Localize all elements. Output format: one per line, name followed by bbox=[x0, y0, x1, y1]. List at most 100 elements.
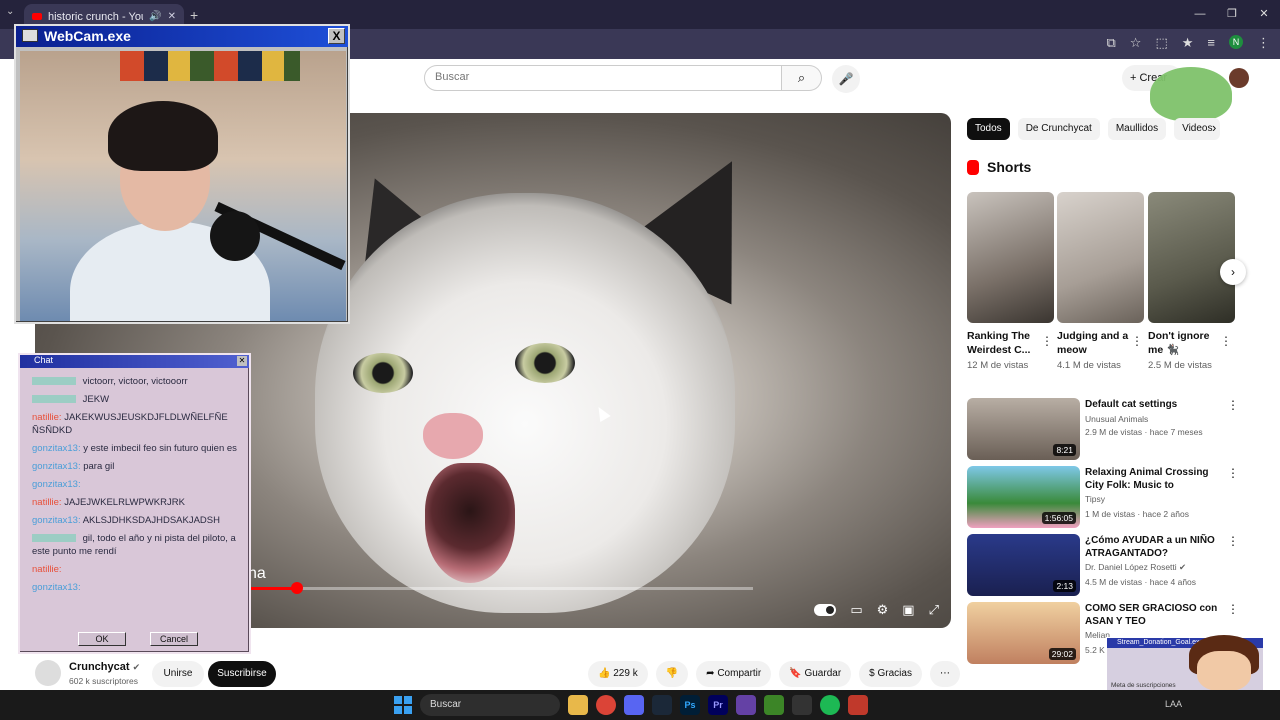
video-thumbnail[interactable]: 29:02 bbox=[967, 602, 1080, 664]
premiere-icon[interactable]: Pr bbox=[708, 695, 728, 715]
thanks-button[interactable]: $ Gracias bbox=[859, 661, 922, 687]
chevron-right-icon[interactable]: › bbox=[1212, 120, 1216, 135]
short-title[interactable]: Ranking The Weirdest C... bbox=[967, 329, 1043, 357]
video-thumbnail[interactable]: 2:13 bbox=[967, 534, 1080, 596]
short-thumbnail[interactable] bbox=[967, 192, 1054, 323]
recommended-video[interactable]: 8:21 Default cat settings Unusual Animal… bbox=[967, 398, 1247, 460]
photoshop-icon[interactable]: Ps bbox=[680, 695, 700, 715]
theater-mode-icon[interactable]: ▣ bbox=[902, 602, 914, 618]
recommended-video[interactable]: 2:13 ¿Cómo AYUDAR a un NIÑO ATRAGANTADO?… bbox=[967, 534, 1247, 596]
share-button[interactable]: ➦ Compartir bbox=[696, 661, 772, 687]
search-button[interactable]: ⌕ bbox=[782, 65, 822, 91]
video-more-icon[interactable]: ⋮ bbox=[1227, 398, 1239, 412]
short-thumbnail[interactable] bbox=[1148, 192, 1235, 323]
fullscreen-icon[interactable]: ⤢ bbox=[929, 602, 939, 618]
close-icon[interactable]: X bbox=[328, 28, 345, 44]
windows-start-icon[interactable] bbox=[394, 696, 412, 714]
video-duration: 2:13 bbox=[1053, 580, 1076, 592]
account-avatar[interactable] bbox=[1229, 68, 1249, 88]
install-icon[interactable]: ⧉ bbox=[1107, 35, 1116, 51]
close-icon[interactable]: ✕ bbox=[237, 356, 247, 366]
discord-icon[interactable] bbox=[624, 695, 644, 715]
video-thumbnail[interactable]: 1:56:05 bbox=[967, 466, 1080, 528]
close-tab-icon[interactable]: ✕ bbox=[168, 11, 176, 22]
join-button[interactable]: Unirse bbox=[152, 661, 204, 687]
speaker-icon[interactable]: 🔊 bbox=[149, 11, 161, 22]
subscriber-count: 602 k suscriptores bbox=[69, 676, 138, 686]
chip-all[interactable]: Todos bbox=[967, 118, 1010, 140]
bookmark-star-icon[interactable]: ☆ bbox=[1130, 35, 1142, 51]
spotify-icon[interactable] bbox=[820, 695, 840, 715]
like-button[interactable]: 👍 229 k bbox=[588, 661, 648, 687]
cat-head bbox=[315, 193, 735, 613]
restore-icon[interactable]: ❐ bbox=[1216, 0, 1248, 29]
video-title[interactable]: Relaxing Animal Crossing City Folk: Musi… bbox=[1085, 466, 1225, 492]
chrome-icon[interactable] bbox=[596, 695, 616, 715]
minecraft-icon[interactable] bbox=[764, 695, 784, 715]
chip-from-channel[interactable]: De Crunchycat bbox=[1017, 118, 1100, 140]
obs-icon[interactable] bbox=[736, 695, 756, 715]
video-more-icon[interactable]: ⋮ bbox=[1227, 534, 1239, 548]
menu-icon[interactable]: ⋮ bbox=[1257, 35, 1270, 51]
subscribe-button[interactable]: Suscribirse bbox=[208, 661, 276, 687]
progress-scrubber[interactable] bbox=[291, 582, 303, 594]
short-title[interactable]: Don't ignore me 🐈‍⬛ bbox=[1148, 329, 1224, 357]
extensions-icon[interactable]: ⬚ bbox=[1155, 35, 1167, 51]
video-channel[interactable]: Dr. Daniel López Rosetti ✔ bbox=[1085, 562, 1186, 573]
bookmarks-icon[interactable]: ★ bbox=[1182, 35, 1194, 51]
dislike-button[interactable]: 👎 bbox=[655, 661, 689, 687]
media-icon[interactable]: ≡ bbox=[1207, 35, 1215, 51]
ok-button[interactable]: OK bbox=[78, 632, 126, 646]
chip-meows[interactable]: Maullidos bbox=[1107, 118, 1167, 140]
new-tab-button[interactable]: + bbox=[190, 7, 198, 23]
video-thumbnail[interactable]: 8:21 bbox=[967, 398, 1080, 460]
short-title[interactable]: Judging and a meow bbox=[1057, 329, 1133, 357]
video-channel[interactable]: Tipsy bbox=[1085, 494, 1105, 504]
close-window-icon[interactable]: ✕ bbox=[1248, 0, 1280, 29]
autoplay-toggle[interactable] bbox=[814, 604, 837, 616]
video-more-icon[interactable]: ⋮ bbox=[1227, 602, 1239, 616]
short-more-icon[interactable]: ⋮ bbox=[1220, 334, 1232, 348]
webcam-titlebar[interactable]: WebCam.exe X bbox=[16, 26, 348, 47]
settings-gear-icon[interactable]: ⚙ bbox=[877, 602, 889, 618]
tab-title: historic crunch - YouTube bbox=[48, 10, 143, 23]
chat-message: natillie: JAKEKWUSJEUSKDJFLDLWÑELFÑE ÑSÑ… bbox=[32, 411, 244, 437]
app-icon[interactable] bbox=[848, 695, 868, 715]
voice-search-button[interactable]: 🎤 bbox=[832, 65, 860, 93]
wall-posters bbox=[120, 51, 300, 81]
channel-avatar[interactable] bbox=[35, 660, 61, 686]
taskbar-search[interactable]: Buscar bbox=[420, 694, 560, 716]
cancel-button[interactable]: Cancel bbox=[150, 632, 198, 646]
save-button[interactable]: 🔖 Guardar bbox=[779, 661, 852, 687]
video-more-icon[interactable]: ⋮ bbox=[1227, 466, 1239, 480]
steam-icon[interactable] bbox=[652, 695, 672, 715]
search-input[interactable]: Buscar bbox=[424, 65, 782, 91]
shorts-title: Shorts bbox=[987, 159, 1032, 175]
taskbar: Buscar Ps Pr LAA bbox=[0, 690, 1280, 720]
video-channel-text: Dr. Daniel López Rosetti bbox=[1085, 562, 1177, 572]
tab-list-icon[interactable]: ⌄ bbox=[6, 6, 14, 17]
more-actions-button[interactable]: ⋯ bbox=[929, 661, 960, 687]
video-title[interactable]: COMO SER GRACIOSO con ASAN Y TEO bbox=[1085, 602, 1225, 628]
short-more-icon[interactable]: ⋮ bbox=[1041, 334, 1053, 348]
chat-message: natillie: JAJEJWKELRLWPWKRJRK bbox=[32, 496, 244, 509]
webcam-window: WebCam.exe X bbox=[14, 24, 350, 324]
chat-message: natillie: bbox=[32, 563, 244, 576]
short-more-icon[interactable]: ⋮ bbox=[1131, 334, 1143, 348]
language-indicator[interactable]: LAA bbox=[1165, 699, 1182, 709]
minimize-icon[interactable]: — bbox=[1184, 0, 1216, 29]
app-icon[interactable] bbox=[792, 695, 812, 715]
file-explorer-icon[interactable] bbox=[568, 695, 588, 715]
progress-bar[interactable] bbox=[248, 587, 753, 590]
video-channel[interactable]: Unusual Animals bbox=[1085, 414, 1148, 424]
short-thumbnail[interactable] bbox=[1057, 192, 1144, 323]
thumbs-up-icon: 👍 bbox=[598, 668, 611, 679]
video-title[interactable]: ¿Cómo AYUDAR a un NIÑO ATRAGANTADO? bbox=[1085, 534, 1225, 560]
webcam-title: WebCam.exe bbox=[44, 28, 131, 44]
recommended-video[interactable]: 1:56:05 Relaxing Animal Crossing City Fo… bbox=[967, 466, 1247, 528]
chat-titlebar[interactable]: Chat ✕ bbox=[20, 355, 249, 368]
profile-avatar[interactable]: N bbox=[1229, 35, 1243, 49]
channel-name[interactable]: Crunchycat ✔ bbox=[69, 661, 140, 673]
subtitles-icon[interactable]: ▭ bbox=[850, 602, 862, 618]
shorts-next-button[interactable]: › bbox=[1220, 259, 1246, 285]
